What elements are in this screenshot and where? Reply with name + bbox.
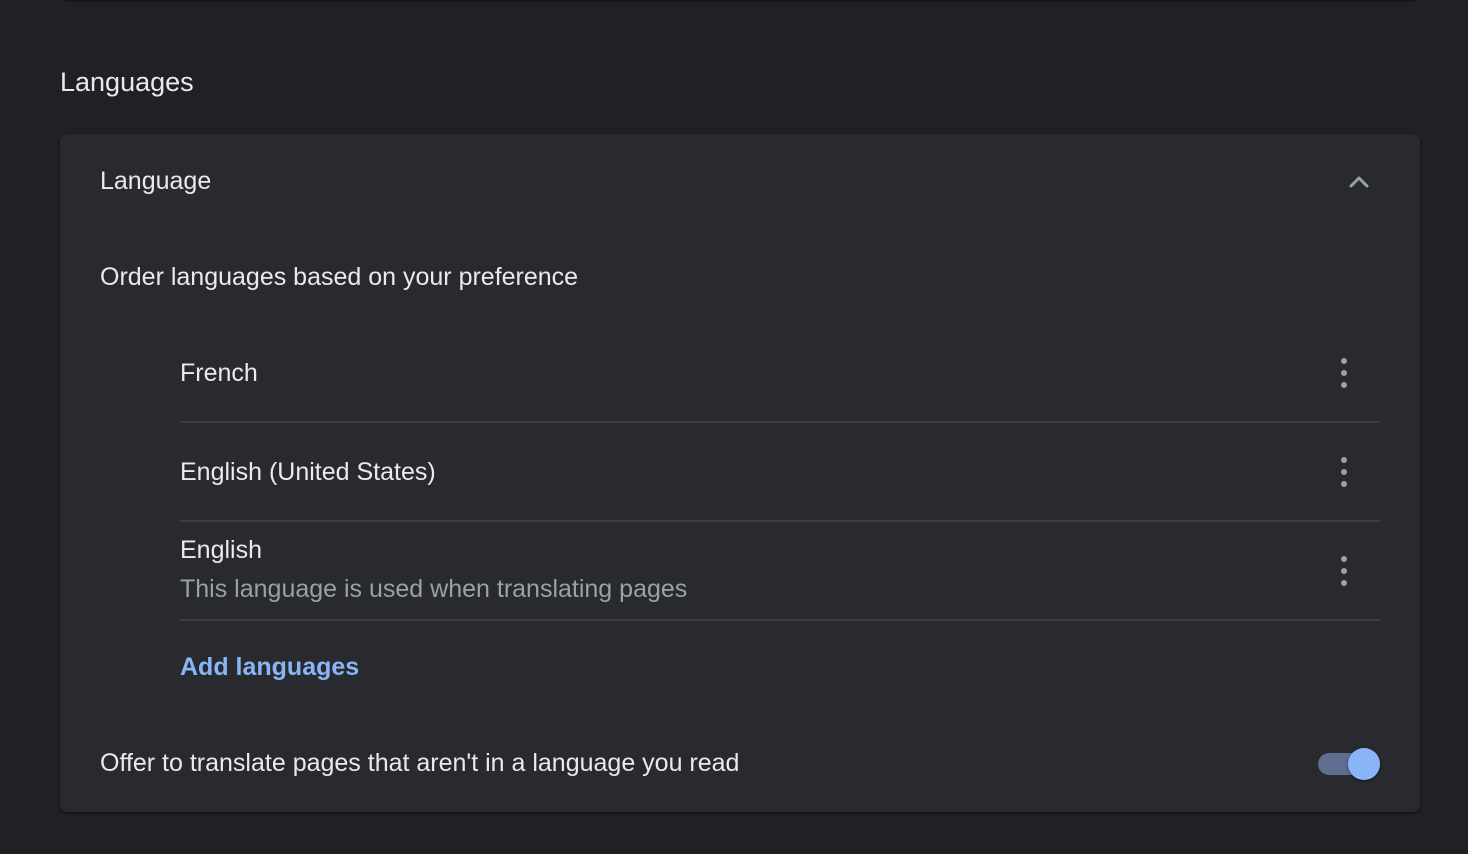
translation-target-note: This language is used when translating p… (180, 575, 688, 603)
more-vert-icon[interactable] (1324, 550, 1364, 592)
toggle-knob (1348, 748, 1380, 780)
section-title: Languages (60, 67, 194, 97)
order-languages-label: Order languages based on your preference (100, 263, 579, 291)
add-languages-button[interactable]: Add languages (180, 649, 359, 685)
language-name: French (180, 359, 258, 387)
language-expander[interactable]: Language (60, 134, 1420, 230)
language-row-english-us: English (United States) (180, 423, 1380, 522)
chevron-up-icon[interactable] (1343, 166, 1375, 198)
offer-translate-toggle[interactable] (1318, 747, 1382, 781)
language-name: English (180, 536, 262, 564)
more-vert-icon[interactable] (1324, 352, 1364, 394)
language-row-french: French (180, 324, 1380, 423)
language-card: Language Order languages based on your p… (60, 134, 1420, 812)
language-row-english: English This language is used when trans… (180, 522, 1380, 621)
offer-translate-label: Offer to translate pages that aren't in … (100, 749, 740, 777)
language-name: English (United States) (180, 458, 436, 486)
language-list: French English (United States) English T… (180, 324, 1380, 621)
more-vert-icon[interactable] (1324, 451, 1364, 493)
language-header-label: Language (100, 167, 212, 195)
